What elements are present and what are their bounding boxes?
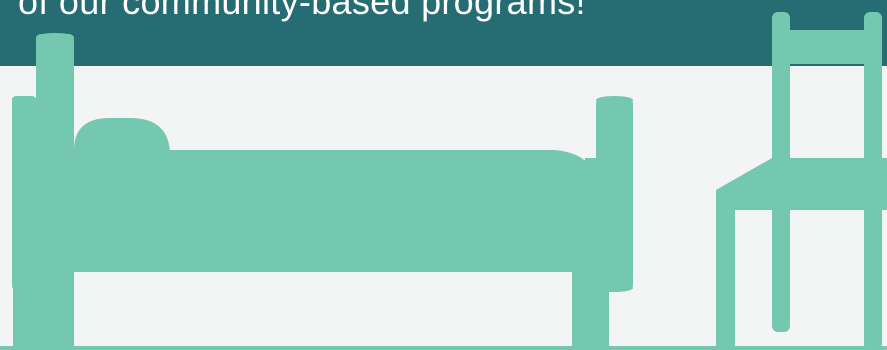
bottom-divider xyxy=(0,346,887,350)
page: of our community-based programs! xyxy=(0,0,887,350)
chair-icon xyxy=(716,12,887,350)
bed-left-post xyxy=(12,96,36,290)
chair-front-leg xyxy=(716,190,735,350)
illustration xyxy=(12,12,887,350)
bed-frame xyxy=(50,200,610,272)
chair-seat xyxy=(716,158,887,210)
bed-icon xyxy=(12,33,633,350)
bed-right-leg xyxy=(572,270,609,350)
chair-top-rail xyxy=(772,30,882,64)
bed-footboard-post xyxy=(596,98,633,290)
bed-left-leg xyxy=(13,282,49,350)
